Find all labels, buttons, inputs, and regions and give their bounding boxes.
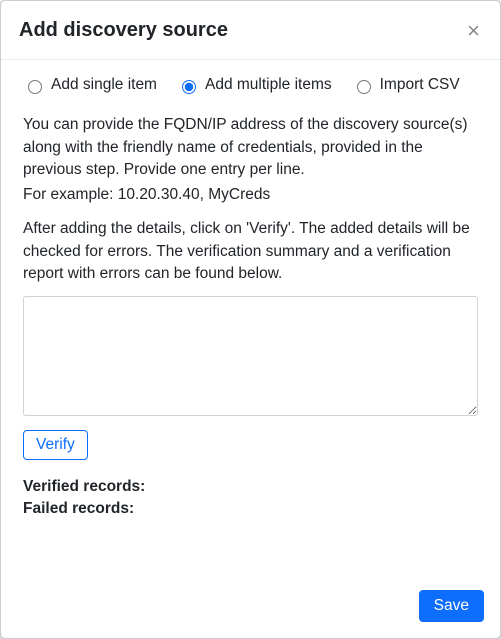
radio-add-single-item-input[interactable] <box>28 80 42 94</box>
instruction-text: You can provide the FQDN/IP address of t… <box>23 114 478 181</box>
close-icon: × <box>467 18 480 43</box>
verify-button[interactable]: Verify <box>23 430 88 460</box>
dialog-title: Add discovery source <box>19 16 228 44</box>
radio-add-single-item[interactable]: Add single item <box>23 74 157 96</box>
mode-radio-group: Add single item Add multiple items Impor… <box>23 74 478 96</box>
radio-import-csv-input[interactable] <box>357 80 371 94</box>
radio-label: Import CSV <box>380 74 460 96</box>
close-button[interactable]: × <box>463 18 484 44</box>
add-discovery-source-dialog: Add discovery source × Add single item A… <box>0 0 501 639</box>
failed-records-label: Failed records: <box>23 498 478 520</box>
instruction-verify: After adding the details, click on 'Veri… <box>23 218 478 285</box>
entries-textarea[interactable] <box>23 296 478 416</box>
radio-label: Add single item <box>51 74 157 96</box>
dialog-body: Add single item Add multiple items Impor… <box>1 60 500 578</box>
radio-import-csv[interactable]: Import CSV <box>352 74 460 96</box>
radio-label: Add multiple items <box>205 74 332 96</box>
dialog-footer: Save <box>1 578 500 638</box>
radio-add-multiple-items-input[interactable] <box>182 80 196 94</box>
verification-summary: Verified records: Failed records: <box>23 476 478 521</box>
dialog-header: Add discovery source × <box>1 1 500 60</box>
save-button[interactable]: Save <box>419 590 484 622</box>
verified-records-label: Verified records: <box>23 476 478 498</box>
instruction-example: For example: 10.20.30.40, MyCreds <box>23 184 478 206</box>
radio-add-multiple-items[interactable]: Add multiple items <box>177 74 332 96</box>
